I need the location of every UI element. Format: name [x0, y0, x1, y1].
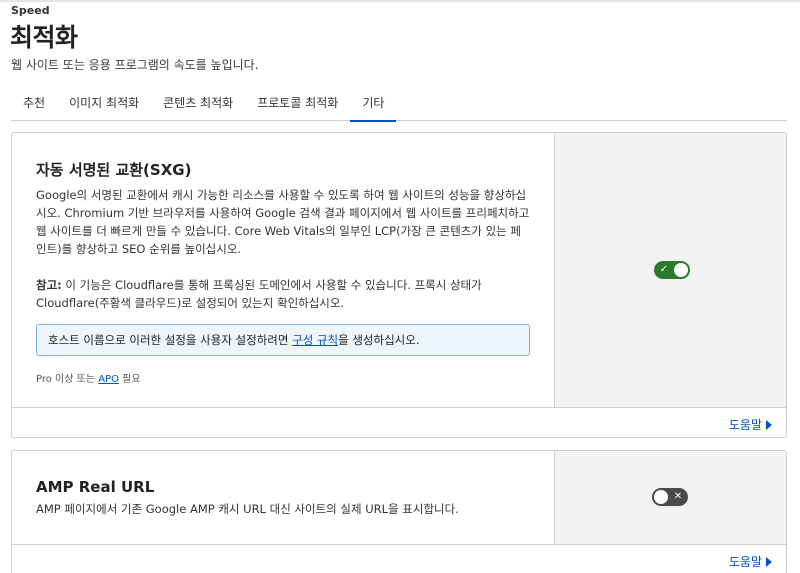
- tab-other[interactable]: 기타: [350, 88, 397, 122]
- sxg-toggle[interactable]: ✓: [654, 261, 690, 279]
- toggle-knob: [674, 263, 688, 277]
- caret-right-icon: [766, 556, 772, 567]
- top-divider: [0, 0, 800, 2]
- amp-description: AMP 페이지에서 기존 Google AMP 캐시 URL 대신 사이트의 실…: [36, 502, 459, 516]
- sxg-description: Google의 서명된 교환에서 캐시 가능한 리소스를 사용할 수 있도록 하…: [36, 188, 530, 256]
- page-subtitle: 웹 사이트 또는 응용 프로그램의 속도를 높입니다.: [11, 58, 259, 72]
- req-prefix: Pro 이상 또는: [36, 374, 99, 385]
- amp-title: AMP Real URL: [36, 478, 155, 496]
- sxg-help-link[interactable]: 도움말: [729, 416, 772, 433]
- sxg-card: 자동 서명된 교환(SXG) Google의 서명된 교환에서 캐시 가능한 리…: [11, 132, 787, 438]
- toggle-knob: [654, 490, 668, 504]
- apo-link[interactable]: APO: [98, 374, 119, 385]
- tab-recommended[interactable]: 추천: [11, 88, 57, 121]
- info-suffix: 을 생성하십시오.: [338, 333, 420, 347]
- tab-content-optimization[interactable]: 콘텐츠 최적화: [151, 88, 245, 121]
- amp-card: AMP Real URL AMP 페이지에서 기존 Google AMP 캐시 …: [11, 450, 787, 573]
- sxg-card-footer: 도움말: [12, 407, 786, 437]
- req-suffix: 필요: [118, 374, 141, 385]
- help-label: 도움말: [728, 418, 762, 432]
- config-rules-info-box: 호스트 이름으로 이러한 설정을 사용자 설정하려면 구성 규칙을 생성하십시오…: [36, 324, 530, 356]
- plan-requirement: Pro 이상 또는 APO 필요: [36, 370, 530, 385]
- amp-toggle-panel: ✕: [555, 451, 786, 544]
- caret-right-icon: [766, 419, 772, 430]
- breadcrumb: Speed: [11, 4, 50, 17]
- sxg-title: 자동 서명된 교환(SXG): [36, 161, 192, 179]
- page-title: 최적화: [10, 23, 78, 52]
- info-prefix: 호스트 이름으로 이러한 설정을 사용자 설정하려면: [48, 333, 293, 347]
- help-label: 도움말: [728, 555, 762, 569]
- amp-toggle[interactable]: ✕: [652, 488, 688, 506]
- config-rules-link[interactable]: 구성 규칙: [292, 333, 338, 347]
- sxg-note-text: 이 기능은 Cloudflare를 통해 프록싱된 도메인에서 사용할 수 있습…: [36, 278, 482, 310]
- x-icon: ✕: [673, 491, 683, 502]
- tab-bar: 추천 이미지 최적화 콘텐츠 최적화 프로토콜 최적화 기타: [11, 88, 787, 122]
- tab-protocol-optimization[interactable]: 프로토콜 최적화: [245, 88, 350, 121]
- sxg-note-label: 참고:: [36, 278, 62, 292]
- sxg-note: 참고: 이 기능은 Cloudflare를 통해 프록싱된 도메인에서 사용할 …: [36, 276, 530, 312]
- amp-card-footer: 도움말: [12, 544, 786, 573]
- check-icon: ✓: [659, 264, 669, 275]
- tab-image-optimization[interactable]: 이미지 최적화: [57, 88, 151, 121]
- sxg-toggle-panel: ✓: [555, 133, 786, 407]
- amp-help-link[interactable]: 도움말: [729, 553, 772, 570]
